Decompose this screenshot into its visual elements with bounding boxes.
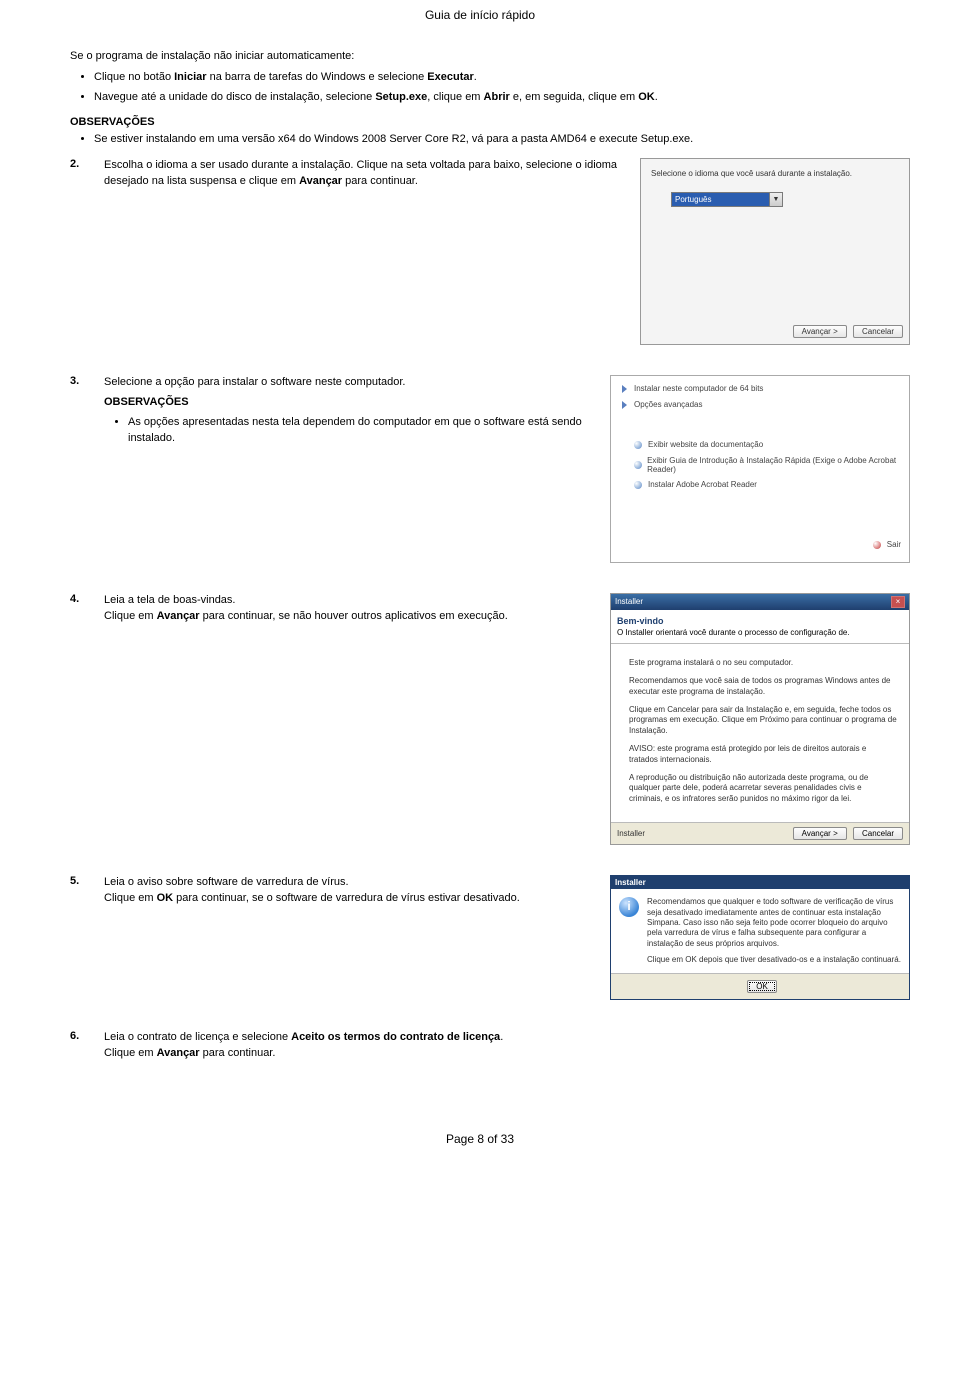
option-docs-website[interactable]: Exibir website da documentação (633, 440, 901, 450)
step-2-number: 2. (70, 158, 90, 170)
step-3-text: Selecione a opção para instalar o softwa… (104, 375, 596, 391)
step-4-body: Leia a tela de boas-vindas. Clique em Av… (104, 593, 596, 625)
observations-list-2: As opções apresentadas nesta tela depend… (128, 415, 596, 447)
step-6-line2: Clique em Avançar para continuar. (104, 1046, 596, 1062)
intro-text: Se o programa de instalação não iniciar … (70, 50, 910, 62)
page-header: Guia de início rápido (0, 0, 960, 30)
option-install-64bit[interactable]: Instalar neste computador de 64 bits (619, 384, 901, 394)
globe-icon (633, 460, 642, 470)
option-quickstart-guide[interactable]: Exibir Guia de Introdução à Instalação R… (633, 456, 901, 474)
close-icon[interactable]: × (891, 596, 905, 608)
step-3: 3. Selecione a opção para instalar o sof… (70, 375, 910, 563)
warning-title: Installer (611, 876, 909, 889)
step-4-screenshot: Installer × Bem-vindo O Installer orient… (610, 593, 910, 845)
wizard-footer: Installer Avançar > Cancelar (611, 822, 909, 844)
wizard-main: Este programa instalará o no seu computa… (611, 644, 909, 822)
language-selected: Português (672, 193, 769, 206)
wizard-titlebar: Installer × (611, 594, 909, 610)
close-icon (872, 540, 882, 550)
ok-button[interactable]: OK (747, 980, 777, 993)
step-5: 5. Leia o aviso sobre software de varred… (70, 875, 910, 1000)
intro-bullet-2: Navegue até a unidade do disco de instal… (94, 90, 910, 106)
welcome-wizard: Installer × Bem-vindo O Installer orient… (610, 593, 910, 845)
step-5-number: 5. (70, 875, 90, 887)
observations-title-1: OBSERVAÇÕES (70, 116, 910, 128)
wizard-p1: Este programa instalará o no seu computa… (629, 658, 897, 668)
language-dialog: Selecione o idioma que você usará durant… (640, 158, 910, 345)
warning-text: Recomendamos que qualquer e todo softwar… (647, 897, 901, 965)
page-footer: Page 8 of 33 (0, 1102, 960, 1156)
globe-icon (633, 440, 643, 450)
step-6-text: Leia o contrato de licença e selecione A… (104, 1030, 596, 1046)
virus-warning-dialog: Installer i Recomendamos que qualquer e … (610, 875, 910, 1000)
step-4-line2: Clique em Avançar para continuar, se não… (104, 609, 596, 625)
next-button[interactable]: Avançar > (793, 325, 847, 338)
install-options-panel: Instalar neste computador de 64 bits Opç… (610, 375, 910, 563)
step-2-screenshot: Selecione o idioma que você usará durant… (640, 158, 910, 345)
arrow-right-icon (619, 400, 629, 410)
step-3-body: Selecione a opção para instalar o softwa… (104, 375, 596, 457)
intro-bullet-1: Clique no botão Iniciar na barra de tare… (94, 70, 910, 86)
chevron-down-icon[interactable]: ▼ (769, 193, 782, 206)
step-4-number: 4. (70, 593, 90, 605)
step-2-body: Escolha o idioma a ser usado durante a i… (104, 158, 626, 190)
content: Se o programa de instalação não iniciar … (0, 30, 960, 1102)
step-4-text: Leia a tela de boas-vindas. (104, 593, 596, 609)
wizard-subheading: O Installer orientará você durante o pro… (617, 628, 903, 637)
wizard-heading: Bem-vindo (617, 616, 903, 626)
step-6-body: Leia o contrato de licença e selecione A… (104, 1030, 596, 1062)
step-3-number: 3. (70, 375, 90, 387)
observations-title-2: OBSERVAÇÕES (104, 395, 596, 411)
wizard-title: Installer (615, 597, 643, 606)
option-exit[interactable]: Sair (872, 540, 901, 550)
wizard-header: Bem-vindo O Installer orientará você dur… (611, 610, 909, 644)
step-6-number: 6. (70, 1030, 90, 1042)
wizard-p2: Recomendamos que você saia de todos os p… (629, 676, 897, 697)
intro-bullets: Clique no botão Iniciar na barra de tare… (94, 70, 910, 106)
wizard-p5: A reprodução ou distribuição não autoriz… (629, 773, 897, 804)
step-6: 6. Leia o contrato de licença e selecion… (70, 1030, 910, 1062)
step-5-line2: Clique em OK para continuar, se o softwa… (104, 891, 596, 907)
step-5-body: Leia o aviso sobre software de varredura… (104, 875, 596, 907)
cancel-button[interactable]: Cancelar (853, 827, 903, 840)
obs1-bullet: Se estiver instalando em uma versão x64 … (94, 132, 910, 148)
option-install-acrobat[interactable]: Instalar Adobe Acrobat Reader (633, 480, 901, 490)
option-advanced[interactable]: Opções avançadas (619, 400, 901, 410)
info-icon: i (619, 897, 639, 917)
step-4: 4. Leia a tela de boas-vindas. Clique em… (70, 593, 910, 845)
step-5-screenshot: Installer i Recomendamos que qualquer e … (610, 875, 910, 1000)
arrow-right-icon (619, 384, 629, 394)
obs2-bullet: As opções apresentadas nesta tela depend… (128, 415, 596, 447)
next-button[interactable]: Avançar > (793, 827, 847, 840)
language-dropdown[interactable]: Português ▼ (671, 192, 783, 207)
step-3-screenshot: Instalar neste computador de 64 bits Opç… (610, 375, 910, 563)
step-5-text: Leia o aviso sobre software de varredura… (104, 875, 596, 891)
wizard-p4: AVISO: este programa está protegido por … (629, 744, 897, 765)
cancel-button[interactable]: Cancelar (853, 325, 903, 338)
wizard-footer-label: Installer (617, 829, 645, 838)
wizard-p3: Clique em Cancelar para sair da Instalaç… (629, 705, 897, 736)
globe-icon (633, 480, 643, 490)
observations-list-1: Se estiver instalando em uma versão x64 … (94, 132, 910, 148)
language-dialog-label: Selecione o idioma que você usará durant… (651, 169, 899, 178)
step-2: 2. Escolha o idioma a ser usado durante … (70, 158, 910, 345)
